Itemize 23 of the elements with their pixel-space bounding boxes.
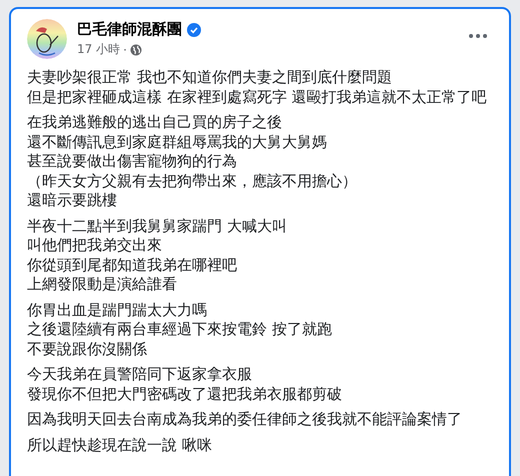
- separator: ·: [123, 42, 127, 56]
- post-text: 今天我弟在員警陪同下返家拿衣服: [27, 365, 252, 384]
- post-text: 發現你不但把大門密碼改了還把我弟衣服都剪破: [27, 384, 342, 404]
- post-text: 甚至說要做出傷害寵物狗的行為: [27, 152, 237, 172]
- post-text: 所以趕快趁現在說一說 啾咪: [27, 436, 212, 455]
- avatar: [27, 19, 67, 59]
- post-text: 在我弟逃難般的逃出自己買的房子之後: [27, 113, 282, 132]
- post-time[interactable]: 17 小時: [77, 41, 120, 58]
- post-text: 不要說跟你沒關係: [27, 340, 147, 359]
- post-text: 半夜十二點半到我舅舅家踹門 大喊大叫: [27, 216, 287, 236]
- post-text: 你從頭到尾都知道我弟在哪裡吧: [27, 256, 237, 275]
- post-text: 但是把家裡砸成這樣 在家裡到處寫死字 還毆打我弟這就不太正常了吧: [27, 88, 487, 107]
- post-text: （昨天女方父親有去把狗帶出來，應該不用擔心）: [27, 172, 357, 191]
- post-text: 叫他們把我弟交出來: [27, 236, 162, 256]
- post-text: 上網發限動是演給誰看: [27, 275, 177, 294]
- post-text: 因為我明天回去台南成為我弟的委任律師之後我就不能評論案情了: [27, 410, 462, 430]
- globe-icon: [130, 44, 142, 56]
- post-text: 還暗示要跳樓: [27, 191, 117, 210]
- post-text: 之後還陸續有兩台車經過下來按電鈴 按了就跑: [27, 320, 332, 340]
- post-text: 還不斷傳訊息到家庭群組辱罵我的大舅大舅媽: [27, 132, 327, 152]
- post-text: 夫妻吵架很正常 我也不知道你們夫妻之間到底什麼問題: [27, 68, 392, 88]
- post-text: 你胃出血是踹門踹太大力嗎: [27, 300, 207, 320]
- author-name[interactable]: 巴毛律師混酥團: [77, 20, 182, 39]
